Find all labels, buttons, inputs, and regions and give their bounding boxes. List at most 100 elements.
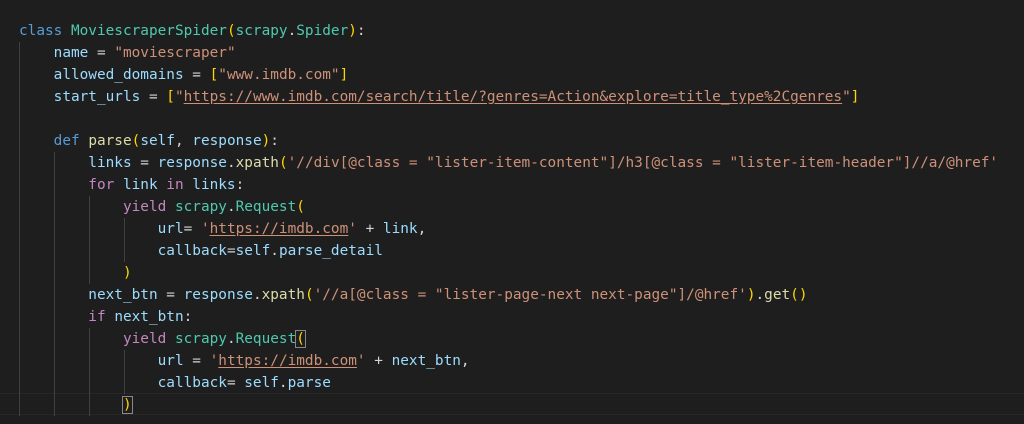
- code-token: xpath: [235, 155, 279, 171]
- code-token: Request: [235, 331, 297, 347]
- code-line[interactable]: yield scrapy.Request(: [19, 328, 306, 350]
- code-token: ): [122, 265, 132, 281]
- code-token: :: [356, 23, 366, 39]
- code-token: next_btn: [19, 287, 158, 303]
- code-token: :: [235, 177, 245, 193]
- code-token: scrapy: [174, 199, 227, 215]
- code-token: MoviescraperSpider: [70, 23, 227, 39]
- code-token: ,: [460, 353, 470, 369]
- code-token: scrapy: [235, 23, 288, 39]
- code-line[interactable]: yield scrapy.Request(: [19, 196, 305, 218]
- code-token: allowed_domains: [19, 67, 184, 83]
- code-token: yield: [19, 199, 175, 215]
- code-token: .: [270, 243, 279, 259]
- code-token: parse_detail: [278, 243, 383, 259]
- code-token: ]: [850, 89, 860, 105]
- code-token: =: [140, 89, 167, 105]
- code-token: =: [183, 353, 210, 369]
- code-line[interactable]: callback=self.parse_detail: [19, 240, 383, 262]
- code-token: next_btn: [391, 353, 461, 369]
- code-editor[interactable]: class MoviescraperSpider(scrapy.Spider):…: [0, 0, 1024, 424]
- code-line[interactable]: class MoviescraperSpider(scrapy.Spider):: [19, 20, 366, 42]
- code-line[interactable]: start_urls = ["https://www.imdb.com/sear…: [19, 86, 860, 108]
- code-token: response: [192, 133, 262, 149]
- code-token: self: [244, 375, 279, 391]
- code-line[interactable]: links = response.xpath('//div[@class = "…: [19, 152, 998, 174]
- code-token: (: [790, 287, 799, 303]
- code-token: link: [382, 221, 418, 237]
- code-token: .: [226, 155, 236, 171]
- code-token: in: [157, 177, 193, 193]
- code-token: =: [183, 221, 201, 237]
- code-token: (: [131, 133, 141, 149]
- code-token: self: [140, 133, 175, 149]
- code-token: ,: [417, 221, 427, 237]
- code-token: class: [19, 23, 71, 39]
- code-token: (: [304, 287, 314, 303]
- code-token: (: [295, 330, 306, 348]
- code-token: "moviescraper": [114, 45, 236, 61]
- code-token: links: [192, 177, 236, 193]
- code-line[interactable]: url = 'https://imdb.com' + next_btn,: [19, 350, 470, 372]
- code-token: .: [755, 287, 765, 303]
- code-token: (: [226, 23, 236, 39]
- code-token: ): [798, 287, 808, 303]
- code-token: =: [157, 287, 184, 303]
- code-line[interactable]: def parse(self, response):: [19, 130, 279, 152]
- code-token: =: [226, 243, 236, 259]
- code-token: .: [252, 287, 262, 303]
- code-token: =: [226, 375, 245, 391]
- code-token: :: [183, 309, 193, 325]
- code-line[interactable]: for link in links:: [19, 174, 244, 196]
- code-token: ': [209, 353, 219, 369]
- code-line[interactable]: next_btn = response.xpath('//a[@class = …: [19, 284, 808, 306]
- code-token: =: [131, 155, 158, 171]
- code-token: '//a[@class = "lister-page-next next-pag…: [313, 287, 747, 303]
- code-line[interactable]: name = "moviescraper": [19, 42, 236, 64]
- code-token: :: [270, 133, 279, 149]
- code-token: ": [174, 89, 184, 105]
- code-token: parse: [287, 375, 331, 391]
- code-line[interactable]: ): [19, 262, 132, 284]
- code-token: Request: [235, 199, 297, 215]
- code-token: (: [278, 155, 288, 171]
- code-line[interactable]: allowed_domains = ["www.imdb.com"]: [19, 64, 349, 86]
- code-token: ": [842, 89, 851, 105]
- code-token: ): [261, 133, 271, 149]
- code-line[interactable]: if next_btn:: [19, 306, 192, 328]
- code-token: links: [19, 155, 132, 171]
- code-token: =: [88, 45, 115, 61]
- code-token: '//div[@class = "lister-item-content"]/h…: [287, 155, 999, 171]
- code-token: +: [365, 353, 392, 369]
- code-token: Spider: [296, 23, 349, 39]
- code-token: parse: [88, 133, 132, 149]
- code-token: callback: [19, 243, 227, 259]
- code-token: ': [356, 353, 366, 369]
- code-token: .: [226, 331, 236, 347]
- code-token: ': [348, 221, 357, 237]
- code-token: ]: [339, 67, 349, 83]
- code-line[interactable]: callback= self.parse: [19, 372, 331, 394]
- code-line[interactable]: url= 'https://imdb.com' + link,: [19, 218, 427, 240]
- code-token: +: [356, 221, 383, 237]
- code-token: https://www.imdb.com/search/title/?genre…: [183, 89, 843, 105]
- code-token: ,: [174, 133, 193, 149]
- code-token: (: [296, 199, 305, 215]
- code-token: url: [19, 353, 184, 369]
- code-token: ): [122, 396, 133, 414]
- code-token: start_urls: [19, 89, 141, 105]
- code-token: url: [19, 221, 184, 237]
- code-token: for: [19, 177, 123, 193]
- code-line[interactable]: ): [19, 394, 133, 416]
- code-token: scrapy: [174, 331, 227, 347]
- code-token: self: [235, 243, 271, 259]
- code-token: name: [19, 45, 89, 61]
- code-token: next_btn: [114, 309, 184, 325]
- code-token: response: [157, 155, 227, 171]
- code-token: https://imdb.com: [218, 353, 357, 369]
- code-token: if: [19, 309, 115, 325]
- code-token: .: [278, 375, 288, 391]
- code-token: xpath: [261, 287, 305, 303]
